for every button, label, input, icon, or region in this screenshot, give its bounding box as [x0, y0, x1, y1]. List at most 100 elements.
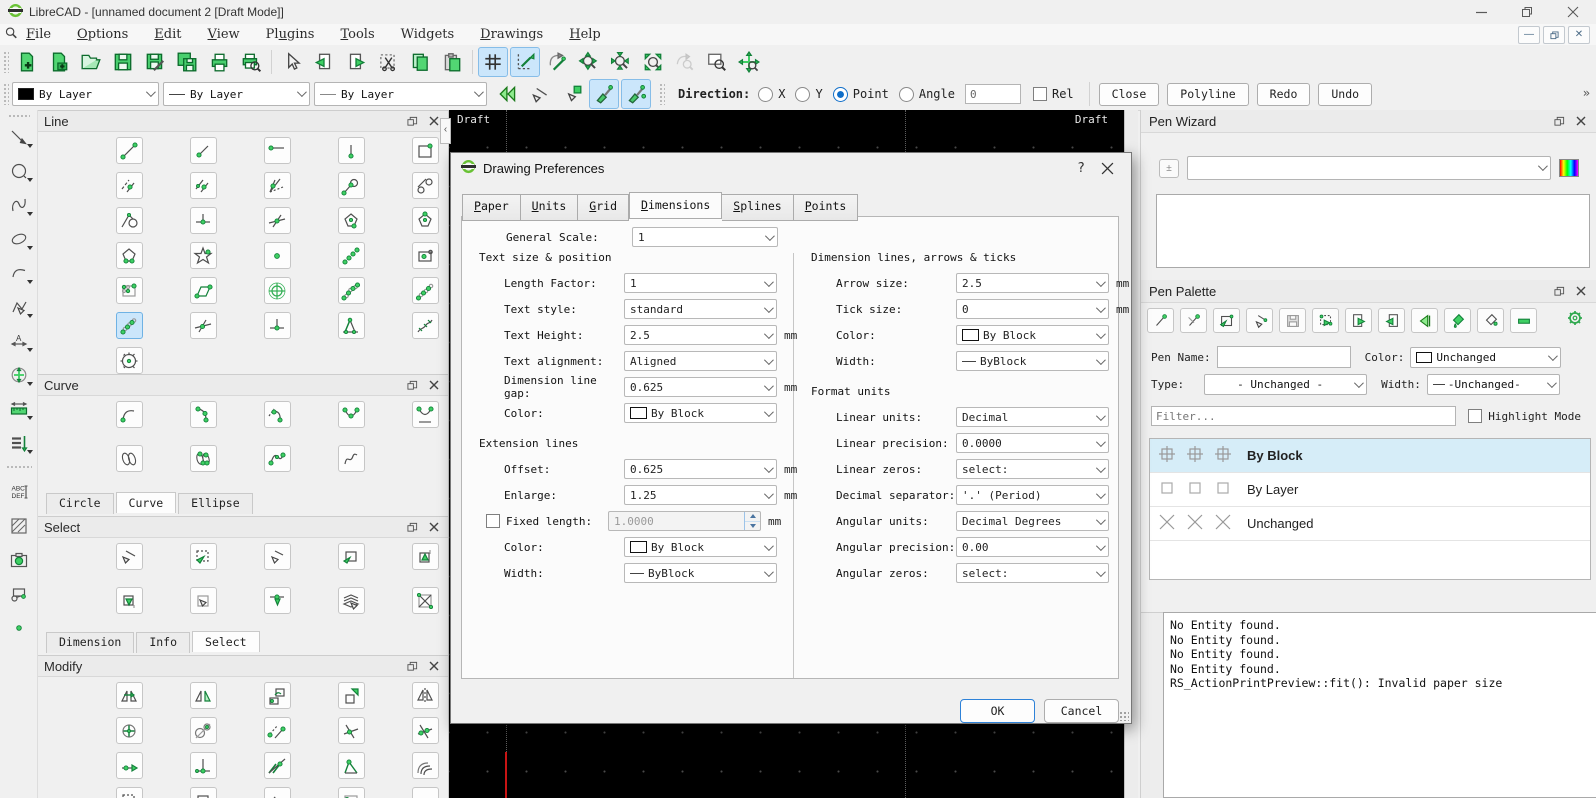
- close-panel-icon[interactable]: [1573, 114, 1589, 128]
- tool-spline-control-points[interactable]: [264, 445, 291, 472]
- spin-down-icon[interactable]: [745, 522, 760, 531]
- polyline-tool-button[interactable]: [4, 293, 34, 320]
- pen-type-combo[interactable]: - Unchanged -: [1204, 374, 1367, 395]
- pen-width-combo[interactable]: By Layer: [163, 82, 310, 106]
- tool-line-tangent-triangle[interactable]: [338, 312, 365, 339]
- menu-item-options[interactable]: Options: [77, 27, 128, 42]
- tool-rectangle[interactable]: [412, 137, 439, 164]
- menu-item-help[interactable]: Help: [569, 27, 601, 42]
- tool-arc-tangent[interactable]: [264, 401, 291, 428]
- tool-fillet[interactable]: [412, 752, 439, 779]
- edit-attributes-button[interactable]: [525, 79, 555, 109]
- text-style-combo[interactable]: standard: [624, 299, 777, 319]
- tool-select-window-up[interactable]: [412, 543, 439, 570]
- float-panel-icon[interactable]: [1551, 284, 1567, 298]
- menu-item-drawings[interactable]: Drawings: [480, 27, 543, 42]
- draw-pen-button[interactable]: [1180, 308, 1207, 333]
- print-preview-button[interactable]: [236, 47, 266, 77]
- tool-line-tangent-two-circles[interactable]: [412, 172, 439, 199]
- text-height-combo[interactable]: 2.5: [624, 325, 777, 345]
- tab-info[interactable]: Info: [136, 632, 190, 653]
- tool-circle-crosshair[interactable]: [264, 277, 291, 304]
- zoom-previous-button[interactable]: [670, 47, 700, 77]
- command-console[interactable]: No Entity found.No Entity found.No Entit…: [1163, 612, 1596, 798]
- zoom-pan-button[interactable]: [734, 47, 764, 77]
- apply-window-button[interactable]: [1312, 308, 1339, 333]
- image-tool-button[interactable]: [4, 546, 34, 573]
- angular-units-combo[interactable]: Decimal Degrees: [956, 511, 1109, 531]
- arc-tool-button[interactable]: [4, 259, 34, 286]
- color-combo[interactable]: By Block: [624, 403, 777, 423]
- settings-gear-button[interactable]: [1565, 308, 1585, 331]
- save-all-button[interactable]: [172, 47, 202, 77]
- move-rotate-tool-tool-button[interactable]: [4, 361, 34, 388]
- draft-mode-toggle-button[interactable]: [510, 47, 540, 77]
- toolbar-grip[interactable]: [8, 114, 30, 119]
- toolbar-grip[interactable]: [3, 51, 9, 73]
- import-pens-button[interactable]: [1345, 308, 1372, 333]
- pen-list-item-by-block[interactable]: By Block: [1150, 439, 1590, 473]
- select-panel-titlebar[interactable]: Select: [38, 517, 448, 538]
- dialog-tab-points[interactable]: Points: [794, 194, 859, 221]
- tool-freehand-line[interactable]: [412, 312, 439, 339]
- cancel-button[interactable]: Cancel: [1044, 699, 1119, 723]
- tab-ellipse[interactable]: Ellipse: [178, 493, 252, 514]
- pen-wizard-combo[interactable]: [1187, 156, 1551, 180]
- tool-point-single[interactable]: [264, 242, 291, 269]
- modify-panel-titlebar[interactable]: Modify: [38, 656, 448, 677]
- maximize-button[interactable]: [1504, 0, 1550, 24]
- pen-wizard-expand-button[interactable]: ±: [1159, 159, 1179, 178]
- zoom-window-button[interactable]: [702, 47, 732, 77]
- mdi-restore-button[interactable]: [1543, 26, 1565, 44]
- new-from-template-button[interactable]: [44, 47, 74, 77]
- tool-line-bisector[interactable]: [264, 172, 291, 199]
- tool-pick-entity[interactable]: [264, 543, 291, 570]
- tool-bevel[interactable]: [338, 752, 365, 779]
- block-tool-button[interactable]: [4, 580, 34, 607]
- dimension-line-gap-combo[interactable]: 0.625: [624, 377, 777, 397]
- tool-line-tangent-point[interactable]: [338, 172, 365, 199]
- dimension-tool-button[interactable]: A: [4, 327, 34, 354]
- tool-polyline-nodes-select[interactable]: [116, 312, 143, 339]
- linear-units-combo[interactable]: Decimal: [956, 407, 1109, 427]
- select-window-pen-button[interactable]: [1213, 308, 1240, 333]
- pen-color-combo[interactable]: By Layer: [12, 82, 159, 106]
- general-scale-combo[interactable]: 1: [632, 227, 778, 247]
- export-pens-button[interactable]: [1378, 308, 1405, 333]
- tool-line-perpendicular-point[interactable]: [264, 312, 291, 339]
- spline-tool-button[interactable]: [4, 191, 34, 218]
- linear-zeros-combo[interactable]: select:: [956, 459, 1109, 479]
- close-panel-icon[interactable]: [426, 378, 442, 392]
- tool-explode-arrow[interactable]: [190, 787, 217, 798]
- new-document-button[interactable]: [12, 47, 42, 77]
- dialog-tab-units[interactable]: Units: [521, 194, 579, 221]
- tool-trim[interactable]: [338, 717, 365, 744]
- pen-list-item-by-layer[interactable]: By Layer: [1150, 473, 1590, 507]
- remove-pen-button[interactable]: [1147, 308, 1174, 333]
- angle-input[interactable]: [965, 84, 1021, 104]
- tool-arc-center-point[interactable]: [116, 401, 143, 428]
- tool-mirror[interactable]: [190, 682, 217, 709]
- polyline-button[interactable]: Polyline: [1167, 83, 1248, 106]
- redo-button[interactable]: Redo: [1257, 83, 1311, 106]
- tool-arc-two-points[interactable]: [338, 401, 365, 428]
- back-button[interactable]: [493, 79, 523, 109]
- zoom-auto-button[interactable]: [638, 47, 668, 77]
- fill-color-button[interactable]: [1444, 308, 1471, 333]
- tool-deselect-entity[interactable]: [116, 543, 143, 570]
- tool-rect-reference-point[interactable]: [412, 242, 439, 269]
- select-pointer-button[interactable]: [277, 47, 307, 77]
- undo-button[interactable]: Undo: [1318, 83, 1372, 106]
- pen-name-input[interactable]: [1217, 346, 1351, 368]
- measure-tool-button[interactable]: [4, 395, 34, 422]
- tool-divide[interactable]: [190, 752, 217, 779]
- tool-deselect-window[interactable]: [338, 543, 365, 570]
- tool-polygon-two-corners[interactable]: [116, 242, 143, 269]
- tool-line-parallel-through-point[interactable]: [190, 172, 217, 199]
- float-panel-icon[interactable]: [404, 378, 420, 392]
- hatch-tool-button[interactable]: [4, 512, 34, 539]
- color-picker-button[interactable]: [1559, 159, 1579, 177]
- save-pens-button[interactable]: [1279, 308, 1306, 333]
- tool-trim-two[interactable]: [412, 717, 439, 744]
- direction-radio-angle[interactable]: [899, 87, 914, 102]
